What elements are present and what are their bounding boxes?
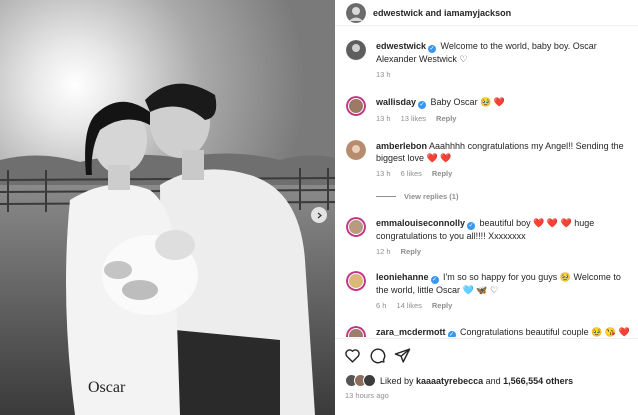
- avatar[interactable]: [346, 40, 366, 60]
- post-photo: Oscar: [0, 0, 335, 415]
- comment-time[interactable]: 12 h: [376, 246, 391, 258]
- comment-likes[interactable]: 6 likes: [401, 168, 422, 180]
- comment-icon[interactable]: [369, 347, 386, 364]
- caption-comment: edwestwick ✓ Welcome to the world, baby b…: [346, 40, 632, 81]
- view-replies-button[interactable]: View replies (1): [376, 192, 458, 201]
- comment-list: edwestwick ✓ Welcome to the world, baby b…: [335, 26, 638, 337]
- avatar[interactable]: [346, 271, 366, 291]
- carousel-next-button[interactable]: [311, 207, 327, 223]
- verified-icon: ✓: [430, 276, 439, 284]
- verified-icon: ✓: [467, 222, 476, 230]
- comment-item: leoniehanne ✓ I'm so so happy for you guy…: [346, 271, 632, 312]
- post-timestamp[interactable]: 13 hours ago: [345, 391, 389, 400]
- comment-item: amberlebon Aaahhhh congratulations my An…: [346, 140, 632, 180]
- comment-username[interactable]: emmalouiseconnolly: [376, 218, 465, 228]
- reply-button[interactable]: Reply: [432, 168, 452, 180]
- comment-likes[interactable]: 13 likes: [401, 113, 426, 125]
- share-icon[interactable]: [394, 347, 411, 364]
- likes-text: Liked by kaaaatyrebecca and 1,566,554 ot…: [380, 376, 573, 386]
- avatar[interactable]: [346, 326, 366, 337]
- sweater-text: Oscar: [88, 379, 126, 396]
- post-header: edwestwick and iamamyjackson: [335, 0, 638, 26]
- comment-time[interactable]: 13 h: [376, 69, 391, 81]
- comment-username[interactable]: amberlebon: [376, 141, 427, 151]
- reply-button[interactable]: Reply: [401, 246, 421, 258]
- post-authors[interactable]: edwestwick and iamamyjackson: [373, 8, 511, 18]
- comment-username[interactable]: wallisday: [376, 97, 416, 107]
- comment-username[interactable]: zara_mcdermott: [376, 327, 446, 337]
- comment-item: zara_mcdermott ✓ Congratulations beautifu…: [346, 326, 632, 337]
- divider: [376, 196, 396, 197]
- verified-icon: ✓: [428, 45, 437, 53]
- chevron-right-icon: [317, 212, 322, 218]
- verified-icon: ✓: [447, 331, 456, 337]
- verified-icon: ✓: [418, 101, 427, 109]
- comment-item: wallisday ✓ Baby Oscar 🥹 ❤️ 13 h 13 likes…: [346, 96, 632, 125]
- likes-summary: Liked by kaaaatyrebecca and 1,566,554 ot…: [345, 374, 573, 387]
- author-avatar[interactable]: [346, 2, 366, 23]
- avatar: [363, 374, 376, 387]
- post-side-panel: edwestwick and iamamyjackson edwestwick ✓…: [335, 0, 638, 415]
- comment-text: Baby Oscar 🥹 ❤️: [430, 97, 505, 107]
- comment-username[interactable]: leoniehanne: [376, 272, 429, 282]
- reply-button[interactable]: Reply: [436, 113, 456, 125]
- comment-time[interactable]: 6 h: [376, 300, 386, 312]
- liker-username[interactable]: kaaaatyrebecca: [416, 376, 483, 386]
- comment-username[interactable]: edwestwick: [376, 41, 426, 51]
- comment-time[interactable]: 13 h: [376, 113, 391, 125]
- comment-text: Congratulations beautiful couple 🥹 😘 ❤️: [460, 327, 630, 337]
- reply-button[interactable]: Reply: [432, 300, 452, 312]
- action-bar: Liked by kaaaatyrebecca and 1,566,554 ot…: [335, 338, 638, 415]
- comment-time[interactable]: 13 h: [376, 168, 391, 180]
- comment-likes[interactable]: 14 likes: [396, 300, 421, 312]
- likes-count[interactable]: 1,566,554 others: [503, 376, 573, 386]
- comment-item: emmalouiseconnolly ✓ beautiful boy ❤️ ❤️ …: [346, 217, 632, 258]
- heart-icon[interactable]: [344, 347, 361, 364]
- likes-prefix: Liked by: [380, 375, 417, 386]
- view-replies-label: View replies (1): [404, 192, 459, 201]
- avatar[interactable]: [346, 96, 366, 116]
- avatar[interactable]: [346, 140, 366, 160]
- likes-middle: and: [483, 375, 504, 386]
- avatar[interactable]: [346, 217, 366, 237]
- liker-avatars[interactable]: [345, 374, 376, 387]
